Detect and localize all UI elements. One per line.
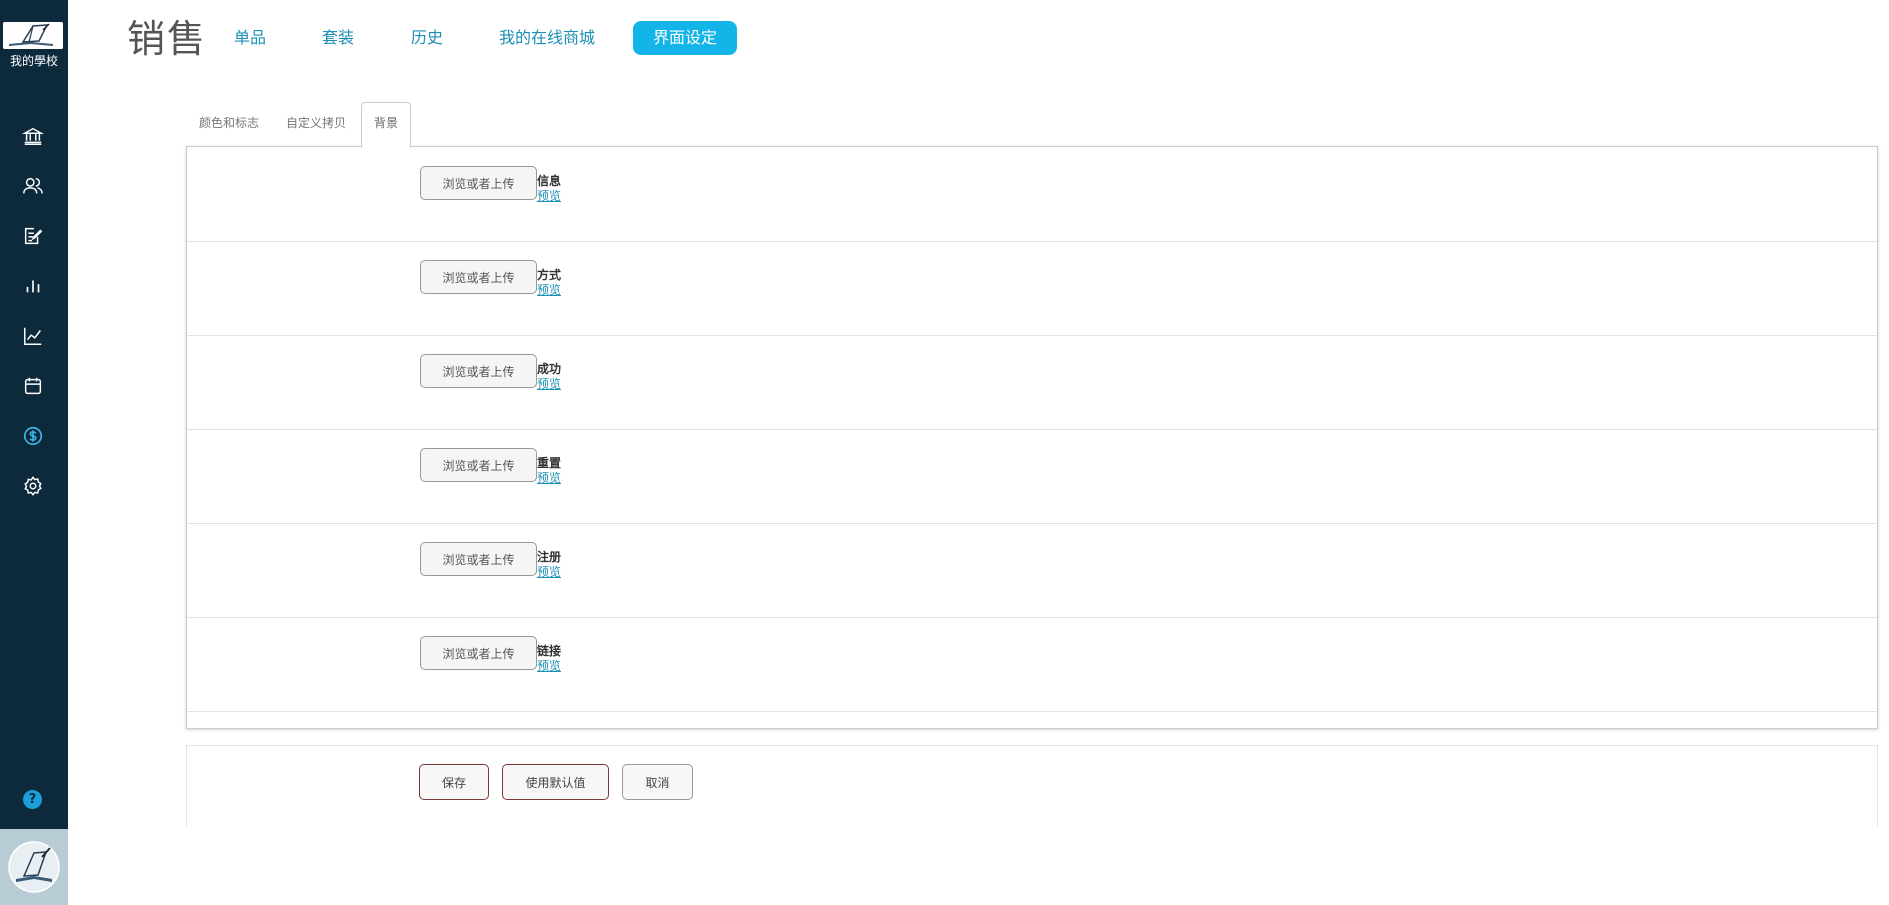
setting-row: 付款方式 预览 浏览或者上传	[187, 241, 1877, 336]
bar-chart-icon[interactable]	[20, 273, 46, 299]
setting-row: 登录和产品信息 预览 浏览或者上传	[187, 147, 1877, 242]
tab-my-online-store[interactable]: 我的在线商城	[499, 21, 595, 55]
browse-upload-button[interactable]: 浏览或者上传	[420, 260, 537, 294]
setting-row: 无效链接 预览 浏览或者上传	[187, 617, 1877, 712]
browse-upload-button[interactable]: 浏览或者上传	[420, 166, 537, 200]
subtab-custom-copy[interactable]: 自定义拷贝	[286, 103, 346, 147]
bank-icon[interactable]	[20, 123, 46, 149]
dollar-circle-icon[interactable]	[20, 423, 46, 449]
subtab-colors-and-logo[interactable]: 颜色和标志	[199, 103, 259, 147]
page-title: 销售	[127, 17, 208, 61]
browse-upload-button[interactable]: 浏览或者上传	[420, 448, 537, 482]
tab-history[interactable]: 历史	[411, 21, 443, 55]
setting-row: 密码重置 预览 浏览或者上传	[187, 429, 1877, 524]
setting-row: 注册 预览 浏览或者上传	[187, 523, 1877, 618]
subtab-background[interactable]: 背景	[361, 102, 412, 148]
calendar-icon[interactable]	[20, 373, 46, 399]
help-icon[interactable]: ?	[23, 790, 42, 809]
setting-row: 购买成功 预览 浏览或者上传	[187, 335, 1877, 430]
tab-single-items[interactable]: 单品	[234, 21, 266, 55]
save-button[interactable]: 保存	[419, 764, 489, 800]
preview-link[interactable]: 预览	[537, 565, 561, 580]
school-logo[interactable]	[3, 22, 63, 49]
avatar[interactable]	[0, 829, 68, 905]
browse-upload-button[interactable]: 浏览或者上传	[420, 636, 537, 670]
sidebar: 我的學校 ?	[0, 0, 68, 905]
form-actions: 保存 使用默认值 取消	[186, 745, 1878, 826]
tab-bundles[interactable]: 套装	[322, 21, 354, 55]
browse-upload-button[interactable]: 浏览或者上传	[420, 542, 537, 576]
use-default-button[interactable]: 使用默认值	[502, 764, 609, 800]
edit-document-icon[interactable]	[20, 223, 46, 249]
users-icon[interactable]	[20, 173, 46, 199]
browse-upload-button[interactable]: 浏览或者上传	[420, 354, 537, 388]
cancel-button[interactable]: 取消	[622, 764, 693, 800]
tab-interface-settings[interactable]: 界面设定	[633, 21, 738, 55]
school-name: 我的學校	[9, 54, 58, 68]
row-label: 注册 预览	[536, 550, 561, 580]
line-chart-icon[interactable]	[20, 323, 46, 349]
gear-icon[interactable]	[20, 473, 46, 499]
background-settings-panel: 登录和产品信息 预览 浏览或者上传 付款方式 预览 浏览或者上传 购买成功 预览…	[186, 146, 1878, 729]
